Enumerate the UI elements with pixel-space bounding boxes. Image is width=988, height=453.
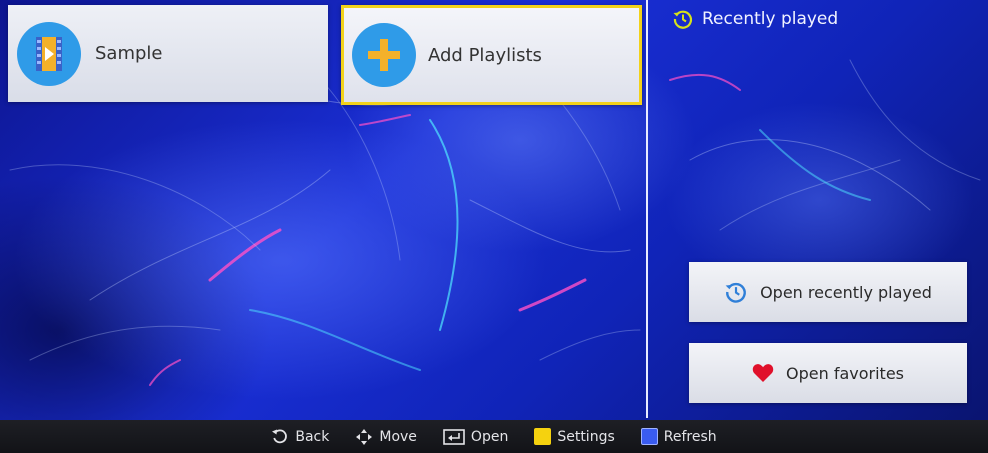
hint-refresh: Refresh	[640, 428, 717, 445]
back-icon	[271, 428, 289, 446]
hint-settings-label: Settings	[557, 428, 615, 445]
plus-icon	[352, 23, 416, 87]
recently-played-header: Recently played	[672, 6, 838, 32]
open-recently-played-label: Open recently played	[760, 282, 932, 302]
add-playlists-label: Add Playlists	[428, 44, 542, 66]
move-arrows-icon	[355, 428, 373, 446]
video-file-icon	[17, 21, 81, 86]
hint-back-label: Back	[295, 428, 330, 445]
open-favorites-button[interactable]: Open favorites	[689, 343, 967, 403]
hint-open: Open	[443, 429, 508, 445]
yellow-key-icon	[534, 428, 552, 445]
hint-move-label: Move	[379, 428, 417, 445]
enter-icon	[443, 428, 465, 445]
history-icon	[672, 8, 694, 30]
hint-back: Back	[271, 428, 329, 446]
playlist-tile-sample[interactable]: Sample	[8, 5, 328, 102]
hint-refresh-label: Refresh	[663, 428, 717, 445]
remote-hint-bar: Back Move Open Settings Refresh	[0, 420, 988, 453]
open-recently-played-button[interactable]: Open recently played	[689, 262, 967, 322]
heart-icon	[752, 363, 774, 383]
playlist-tile-label: Sample	[95, 43, 163, 64]
blue-key-icon	[640, 428, 658, 445]
history-icon	[724, 280, 748, 304]
add-playlists-tile[interactable]: Add Playlists	[341, 5, 642, 105]
hint-move: Move	[355, 428, 417, 446]
hint-settings: Settings	[534, 428, 615, 445]
panel-divider	[646, 0, 648, 418]
recently-played-title: Recently played	[702, 9, 839, 29]
hint-open-label: Open	[470, 428, 509, 445]
open-favorites-label: Open favorites	[786, 363, 904, 383]
